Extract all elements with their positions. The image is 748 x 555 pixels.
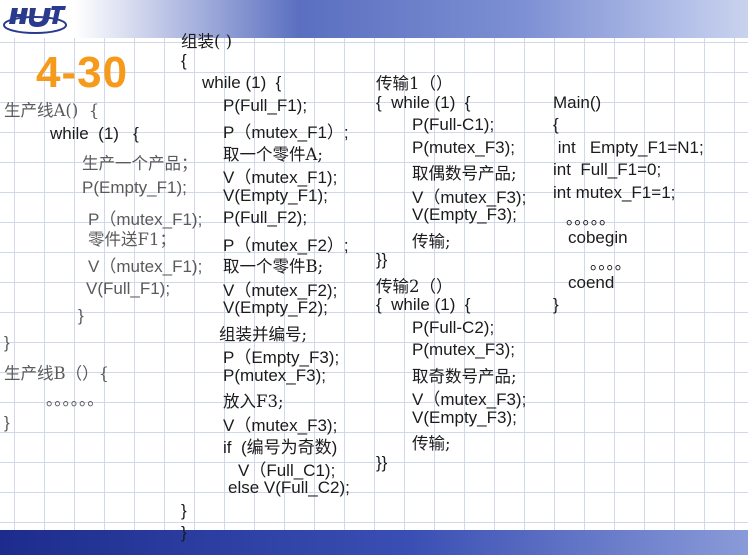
code-line-middle: if (编号为奇数) bbox=[223, 438, 338, 457]
code-line-right1: 传输; bbox=[412, 232, 451, 251]
header-band bbox=[0, 0, 748, 38]
code-line-left: 生产线B（）{ bbox=[4, 364, 110, 383]
code-line-left: V(Full_F1); bbox=[86, 279, 171, 298]
code-line-right1: V（mutex_F3); bbox=[412, 390, 527, 409]
code-line-right1: }} bbox=[376, 250, 388, 269]
code-line-right2: coend bbox=[568, 273, 615, 292]
code-line-right2: int Full_F1=0; bbox=[553, 160, 662, 179]
code-line-left: P(Empty_F1); bbox=[82, 178, 187, 197]
code-line-left: } bbox=[4, 333, 10, 352]
code-line-middle: } bbox=[181, 501, 187, 520]
code-line-middle: 组装( ) bbox=[181, 32, 233, 51]
code-line-middle: V（mutex_F1); bbox=[223, 168, 338, 187]
code-line-right1: 传输; bbox=[412, 434, 451, 453]
code-line-middle: P（Empty_F3); bbox=[223, 348, 340, 367]
code-line-middle: P(Full_F1); bbox=[223, 96, 308, 115]
code-line-right2: Main() bbox=[553, 93, 602, 112]
code-line-right1: { while (1) { bbox=[376, 93, 471, 112]
code-line-middle: P(Full_F2); bbox=[223, 208, 308, 227]
code-line-middle: 放入F3; bbox=[223, 392, 284, 411]
slide-number: 4-30 bbox=[36, 48, 129, 97]
code-line-right1: P(Full-C1); bbox=[412, 115, 495, 134]
code-line-right1: 传输2（） bbox=[376, 277, 453, 296]
code-line-middle: { bbox=[181, 51, 187, 70]
code-line-right2: 。。。。。 bbox=[566, 209, 616, 228]
code-line-right2: } bbox=[553, 295, 559, 314]
footer-band bbox=[0, 530, 748, 555]
code-line-right1: P(Full-C2); bbox=[412, 318, 495, 337]
code-line-right1: }} bbox=[376, 453, 388, 472]
code-line-middle: else V(Full_C2); bbox=[228, 478, 350, 497]
code-line-right1: P(mutex_F3); bbox=[412, 138, 515, 157]
code-line-middle: } bbox=[181, 523, 187, 542]
code-line-left: 生产一个产品； bbox=[82, 154, 198, 173]
code-line-middle: V(Empty_F1); bbox=[223, 186, 328, 205]
hust-logo-icon bbox=[3, 6, 67, 34]
code-line-middle: 取一个零件A; bbox=[223, 145, 323, 164]
code-line-right1: P(mutex_F3); bbox=[412, 340, 515, 359]
code-line-right1: 取奇数号产品; bbox=[412, 367, 517, 386]
code-line-middle: 取一个零件B; bbox=[223, 257, 324, 276]
code-line-middle: 组装并编号; bbox=[219, 325, 308, 344]
code-line-right1: { while (1) { bbox=[376, 295, 471, 314]
code-line-right1: V(Empty_F3); bbox=[412, 408, 517, 427]
code-line-left: } bbox=[4, 413, 10, 432]
code-line-left: 生产线A() { bbox=[4, 101, 100, 120]
code-line-right2: int mutex_F1=1; bbox=[553, 183, 676, 202]
code-line-right2: 。。。。 bbox=[590, 254, 632, 273]
code-line-right1: 传输1（） bbox=[376, 74, 453, 93]
code-line-middle: P(mutex_F3); bbox=[223, 366, 326, 385]
code-line-left: V（mutex_F1); bbox=[88, 257, 203, 276]
code-line-middle: V(Empty_F2); bbox=[223, 298, 328, 317]
code-line-right2: { bbox=[553, 115, 559, 134]
code-line-right2: cobegin bbox=[568, 228, 628, 247]
code-line-left: } bbox=[78, 306, 84, 325]
code-line-right2: int Empty_F1=N1; bbox=[553, 138, 704, 157]
code-line-middle: P（mutex_F1）; bbox=[223, 123, 349, 142]
code-line-left: 。。。。。。 bbox=[46, 390, 104, 409]
code-line-right1: V(Empty_F3); bbox=[412, 205, 517, 224]
code-line-right1: 取偶数号产品; bbox=[412, 164, 517, 183]
code-line-left: 零件送F1； bbox=[88, 230, 176, 249]
code-line-left: while (1) { bbox=[50, 124, 139, 143]
code-line-middle: while (1) { bbox=[202, 73, 282, 92]
